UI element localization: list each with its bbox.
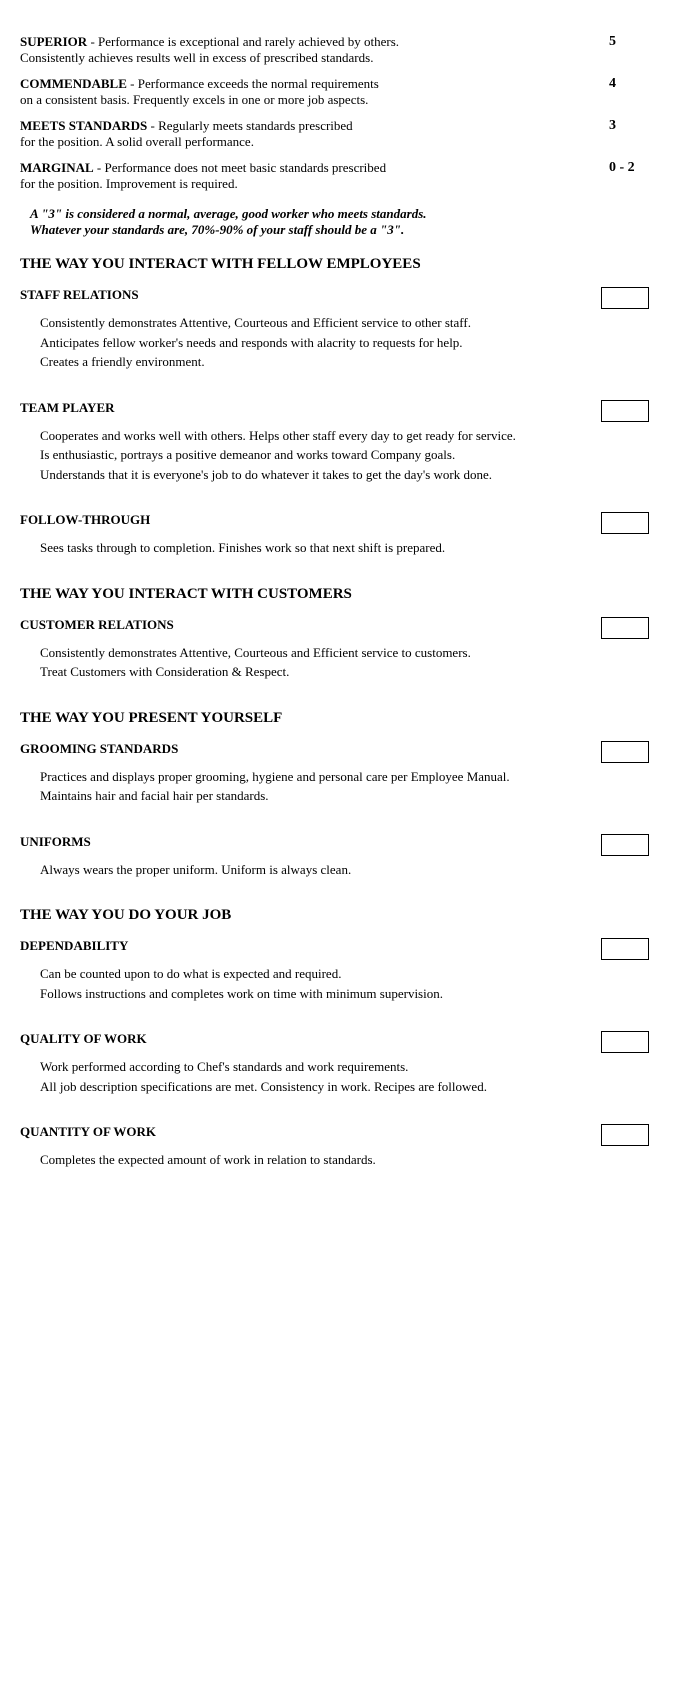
- category-description: Can be counted upon to do what is expect…: [20, 964, 649, 1003]
- category-block: QUANTITY OF WORK Completes the expected a…: [20, 1124, 649, 1170]
- category-header: DEPENDABILITY: [20, 938, 649, 960]
- category-description: Consistently demonstrates Attentive, Cou…: [20, 643, 649, 682]
- section-block: THE WAY YOU PRESENT YOURSELF GROOMING STA…: [20, 710, 649, 880]
- rating-item: MEETS STANDARDS - Regularly meets standa…: [20, 118, 649, 150]
- notice-line2: Whatever your standards are, 70%-90% of …: [30, 222, 649, 238]
- category-block: CUSTOMER RELATIONS Consistently demonstra…: [20, 617, 649, 682]
- rating-description: MEETS STANDARDS - Regularly meets standa…: [20, 118, 609, 150]
- section-title: THE WAY YOU DO YOUR JOB: [20, 907, 649, 924]
- score-box[interactable]: [601, 400, 649, 422]
- category-block: STAFF RELATIONS Consistently demonstrates…: [20, 287, 649, 372]
- score-box[interactable]: [601, 1124, 649, 1146]
- category-title: DEPENDABILITY: [20, 938, 128, 954]
- score-box[interactable]: [601, 938, 649, 960]
- category-header: TEAM PLAYER: [20, 400, 649, 422]
- rating-level-value: 4: [609, 76, 649, 92]
- score-box[interactable]: [601, 287, 649, 309]
- category-block: GROOMING STANDARDS Practices and displays…: [20, 741, 649, 806]
- category-header: QUALITY OF WORK: [20, 1031, 649, 1053]
- rating-level-value: 3: [609, 118, 649, 134]
- category-title: UNIFORMS: [20, 834, 91, 850]
- section-title: THE WAY YOU INTERACT WITH FELLOW EMPLOYE…: [20, 256, 649, 273]
- rating-level-value: 0 - 2: [609, 160, 649, 176]
- category-title: STAFF RELATIONS: [20, 287, 139, 303]
- category-block: TEAM PLAYER Cooperates and works well wit…: [20, 400, 649, 485]
- category-description: Sees tasks through to completion. Finish…: [20, 538, 649, 558]
- category-title: QUANTITY OF WORK: [20, 1124, 156, 1140]
- notice-line1: A "3" is considered a normal, average, g…: [30, 206, 649, 222]
- category-description: Work performed according to Chef's stand…: [20, 1057, 649, 1096]
- score-box[interactable]: [601, 741, 649, 763]
- rating-level-value: 5: [609, 34, 649, 50]
- rating-description: SUPERIOR - Performance is exceptional an…: [20, 34, 609, 66]
- score-box[interactable]: [601, 834, 649, 856]
- category-header: STAFF RELATIONS: [20, 287, 649, 309]
- rating-item: MARGINAL - Performance does not meet bas…: [20, 160, 649, 192]
- rating-description: COMMENDABLE - Performance exceeds the no…: [20, 76, 609, 108]
- category-title: FOLLOW-THROUGH: [20, 512, 150, 528]
- category-header: GROOMING STANDARDS: [20, 741, 649, 763]
- category-description: Completes the expected amount of work in…: [20, 1150, 649, 1170]
- category-header: CUSTOMER RELATIONS: [20, 617, 649, 639]
- sections-container: THE WAY YOU INTERACT WITH FELLOW EMPLOYE…: [20, 256, 649, 1170]
- category-block: FOLLOW-THROUGH Sees tasks through to comp…: [20, 512, 649, 558]
- category-title: TEAM PLAYER: [20, 400, 115, 416]
- category-title: CUSTOMER RELATIONS: [20, 617, 174, 633]
- section-block: THE WAY YOU DO YOUR JOB DEPENDABILITY Can …: [20, 907, 649, 1170]
- category-description: Always wears the proper uniform. Uniform…: [20, 860, 649, 880]
- category-block: QUALITY OF WORK Work performed according …: [20, 1031, 649, 1096]
- category-header: QUANTITY OF WORK: [20, 1124, 649, 1146]
- category-description: Consistently demonstrates Attentive, Cou…: [20, 313, 649, 372]
- rating-item: COMMENDABLE - Performance exceeds the no…: [20, 76, 649, 108]
- rating-item: SUPERIOR - Performance is exceptional an…: [20, 34, 649, 66]
- category-title: QUALITY OF WORK: [20, 1031, 147, 1047]
- section-title: THE WAY YOU PRESENT YOURSELF: [20, 710, 649, 727]
- category-header: UNIFORMS: [20, 834, 649, 856]
- section-block: THE WAY YOU INTERACT WITH CUSTOMERS CUSTO…: [20, 586, 649, 682]
- score-box[interactable]: [601, 512, 649, 534]
- category-description: Cooperates and works well with others. H…: [20, 426, 649, 485]
- score-box[interactable]: [601, 617, 649, 639]
- category-header: FOLLOW-THROUGH: [20, 512, 649, 534]
- category-block: DEPENDABILITY Can be counted upon to do w…: [20, 938, 649, 1003]
- rating-definitions: SUPERIOR - Performance is exceptional an…: [20, 34, 649, 192]
- category-block: UNIFORMS Always wears the proper uniform.…: [20, 834, 649, 880]
- section-block: THE WAY YOU INTERACT WITH FELLOW EMPLOYE…: [20, 256, 649, 558]
- section-title: THE WAY YOU INTERACT WITH CUSTOMERS: [20, 586, 649, 603]
- category-description: Practices and displays proper grooming, …: [20, 767, 649, 806]
- rating-description: MARGINAL - Performance does not meet bas…: [20, 160, 609, 192]
- score-box[interactable]: [601, 1031, 649, 1053]
- category-title: GROOMING STANDARDS: [20, 741, 178, 757]
- notice-box: A "3" is considered a normal, average, g…: [20, 206, 649, 238]
